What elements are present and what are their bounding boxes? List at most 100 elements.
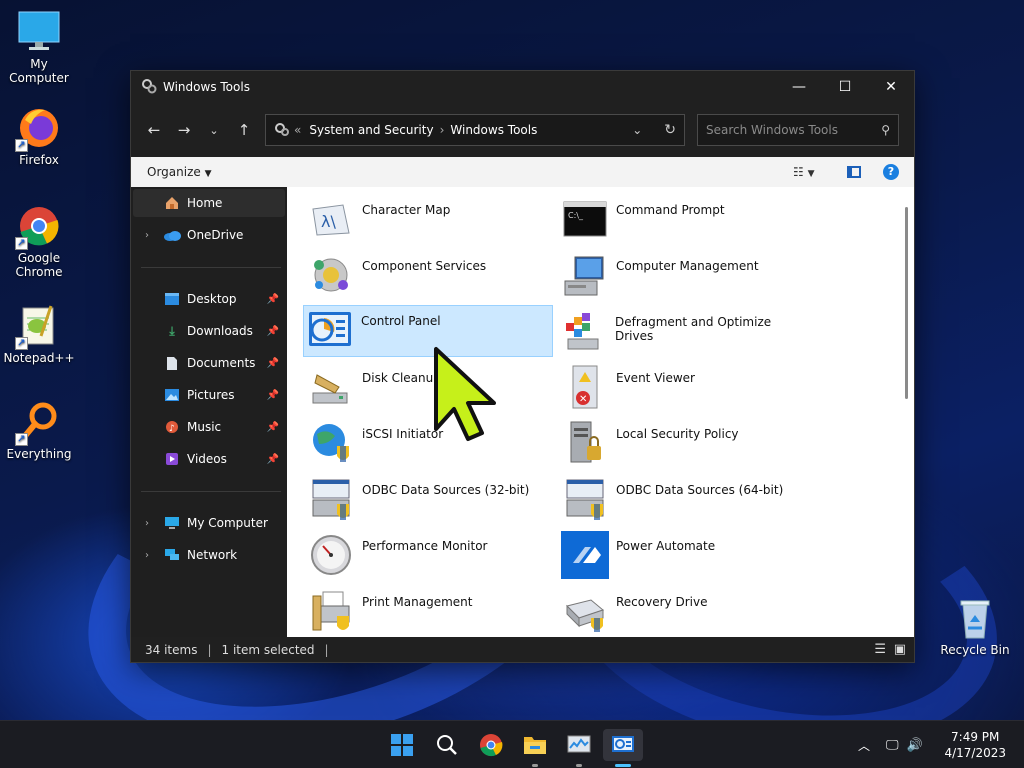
divider — [141, 491, 281, 492]
system-tray: ︿ 🖵 🔊 — [858, 721, 923, 768]
pin-icon[interactable]: 📌 — [267, 358, 279, 369]
item-print-management[interactable]: Print Management — [305, 587, 555, 637]
item-defragment[interactable]: Defragment and Optimize Drives — [559, 307, 809, 357]
windows-tools-icon — [141, 78, 157, 97]
pin-icon[interactable]: 📌 — [267, 326, 279, 337]
desktop-icon-everything[interactable]: ↗ Everything — [0, 400, 78, 461]
nav-onedrive[interactable]: › OneDrive — [133, 221, 285, 249]
taskbar-chrome-button[interactable] — [475, 729, 507, 761]
item-label: Print Management — [362, 595, 473, 609]
chevron-right-icon[interactable]: › — [145, 230, 149, 241]
address-overflow[interactable]: « — [294, 123, 301, 137]
desktop-icon-my-computer[interactable]: My Computer — [0, 10, 78, 85]
item-performance-monitor[interactable]: Performance Monitor — [305, 531, 555, 581]
item-count: 34 items — [145, 642, 198, 657]
pin-icon[interactable]: 📌 — [267, 422, 279, 433]
taskbar-windows-tools-button[interactable] — [603, 729, 643, 767]
forward-button[interactable]: → — [169, 115, 199, 145]
pin-icon[interactable]: 📌 — [267, 294, 279, 305]
search-box[interactable]: Search Windows Tools ⚲ — [697, 114, 899, 146]
preview-pane-button[interactable] — [847, 166, 861, 178]
close-button[interactable]: ✕ — [868, 71, 914, 103]
item-recovery-drive[interactable]: Recovery Drive — [559, 587, 809, 637]
desktop-icon-notepadpp[interactable]: ↗ Notepad++ — [0, 304, 78, 365]
large-icons-view-button[interactable]: ▣ — [894, 642, 906, 657]
nav-videos[interactable]: Videos 📌 — [133, 445, 285, 473]
item-local-security-policy[interactable]: Local Security Policy — [559, 419, 809, 469]
network-status-icon[interactable]: 🖵 — [886, 738, 899, 753]
nav-desktop[interactable]: Desktop 📌 — [133, 285, 285, 313]
desktop-icon-recycle-bin[interactable]: Recycle Bin — [936, 596, 1014, 657]
back-button[interactable]: ← — [139, 115, 169, 145]
details-view-button[interactable]: ☰ — [874, 642, 886, 657]
svg-text:♪: ♪ — [169, 424, 175, 434]
refresh-icon[interactable]: ↻ — [664, 122, 676, 138]
help-icon[interactable]: ? — [883, 164, 899, 180]
nav-my-computer[interactable]: › My Computer — [133, 509, 285, 537]
item-label: Event Viewer — [616, 371, 695, 385]
pin-icon[interactable]: 📌 — [267, 390, 279, 401]
desktop-icon-label: Notepad++ — [3, 351, 75, 365]
search-input[interactable]: Search Windows Tools — [706, 123, 838, 137]
breadcrumb-system-security[interactable]: System and Security — [309, 123, 433, 137]
nav-downloads[interactable]: ⤓ Downloads 📌 — [133, 317, 285, 345]
svg-text:λ\: λ\ — [321, 212, 336, 231]
item-power-automate[interactable]: Power Automate — [559, 531, 809, 581]
nav-label: Home — [187, 196, 223, 210]
shortcut-arrow-icon: ↗ — [15, 139, 28, 152]
desktop-icon-chrome[interactable]: ↗ Google Chrome — [0, 204, 78, 279]
title-bar[interactable]: Windows Tools — ☐ ✕ — [131, 71, 914, 103]
taskbar-search-button[interactable] — [431, 729, 463, 761]
nav-pictures[interactable]: Pictures 📌 — [133, 381, 285, 409]
minimize-button[interactable]: — — [776, 71, 822, 103]
iscsi-initiator-icon — [307, 419, 355, 467]
volume-icon[interactable]: 🔊 — [907, 738, 923, 753]
odbc-icon — [307, 475, 355, 523]
vertical-scrollbar[interactable] — [905, 207, 908, 399]
address-dropdown-icon[interactable]: ⌄ — [632, 123, 642, 137]
breadcrumb-windows-tools[interactable]: Windows Tools — [450, 123, 537, 137]
item-computer-management[interactable]: Computer Management — [559, 251, 809, 301]
desktop-icon-firefox[interactable]: ↗ Firefox — [0, 106, 78, 167]
taskbar-file-explorer-button[interactable] — [519, 729, 551, 767]
item-label: Recovery Drive — [616, 595, 708, 609]
maximize-button[interactable]: ☐ — [822, 71, 868, 103]
nav-documents[interactable]: Documents 📌 — [133, 349, 285, 377]
local-security-policy-icon — [561, 419, 609, 467]
nav-network[interactable]: › Network — [133, 541, 285, 569]
nav-home[interactable]: Home — [133, 189, 285, 217]
clock[interactable]: 7:49 PM 4/17/2023 — [944, 729, 1006, 761]
computer-management-icon — [561, 251, 609, 299]
desktop-icon-label: Everything — [6, 447, 72, 461]
nav-music[interactable]: ♪ Music 📌 — [133, 413, 285, 441]
item-label: Component Services — [362, 259, 487, 273]
svg-text:✕: ✕ — [579, 394, 587, 405]
item-odbc-64[interactable]: ODBC Data Sources (64-bit) — [559, 475, 809, 525]
pin-icon[interactable]: 📌 — [267, 454, 279, 465]
running-indicator — [576, 764, 582, 767]
up-button[interactable]: ↑ — [229, 115, 259, 145]
organize-button[interactable]: Organize ▼ — [147, 165, 212, 179]
component-services-icon — [307, 251, 355, 299]
taskbar-performance-button[interactable] — [563, 729, 595, 767]
chevron-right-icon[interactable]: › — [145, 518, 149, 529]
svg-text:C:\_: C:\_ — [568, 211, 584, 220]
item-disk-cleanup[interactable]: Disk Cleanup — [305, 363, 555, 413]
item-event-viewer[interactable]: ✕ Event Viewer — [559, 363, 809, 413]
item-iscsi-initiator[interactable]: iSCSI Initiator — [305, 419, 555, 469]
change-view-button[interactable]: ☷ ▼ — [793, 165, 815, 179]
chevron-right-icon[interactable]: › — [145, 550, 149, 561]
control-panel-icon — [306, 306, 354, 354]
show-hidden-icons-button[interactable]: ︿ — [858, 737, 870, 754]
address-bar[interactable]: « System and Security › Windows Tools ⌄ … — [265, 114, 685, 146]
recent-locations-button[interactable]: ⌄ — [199, 115, 229, 145]
item-character-map[interactable]: λ\ Character Map — [305, 195, 555, 245]
item-component-services[interactable]: Component Services — [305, 251, 555, 301]
item-odbc-32[interactable]: ODBC Data Sources (32-bit) — [305, 475, 555, 525]
command-prompt-icon: C:\_ — [561, 195, 609, 243]
item-command-prompt[interactable]: C:\_ Command Prompt — [559, 195, 809, 245]
start-button[interactable] — [386, 729, 418, 761]
item-control-panel[interactable]: Control Panel — [303, 305, 553, 357]
clock-date: 4/17/2023 — [944, 746, 1006, 760]
nav-label: Downloads — [187, 324, 253, 338]
